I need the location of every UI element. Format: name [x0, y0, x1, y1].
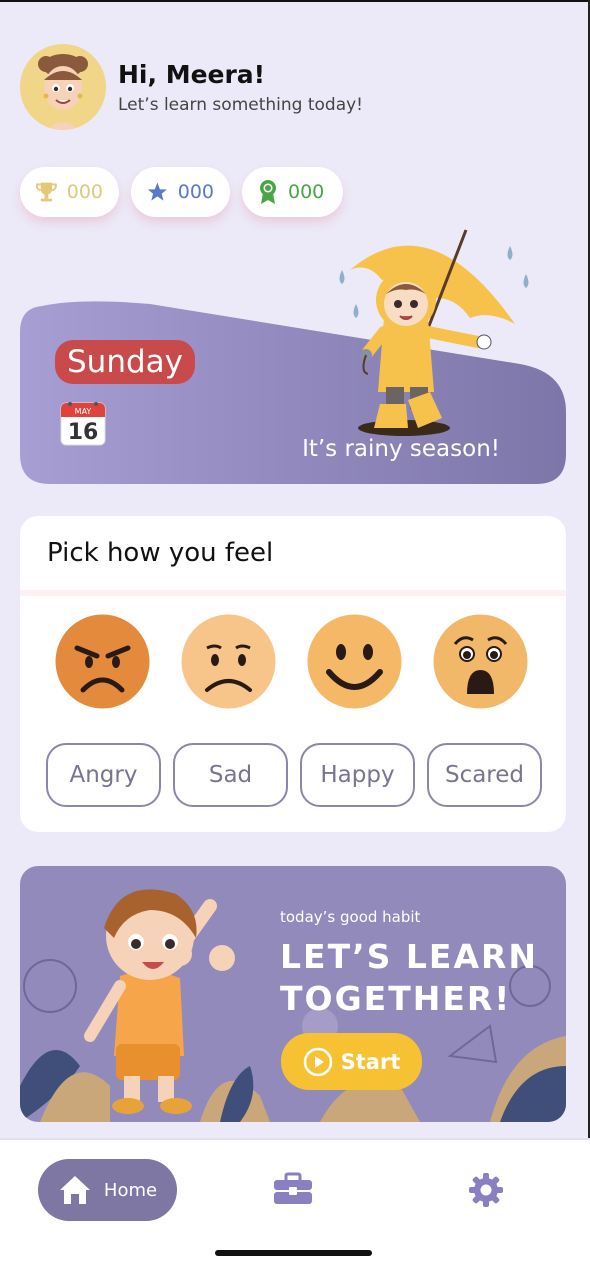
gear-icon	[469, 1173, 503, 1207]
nav-settings[interactable]	[468, 1172, 504, 1212]
avatar[interactable]	[20, 44, 106, 130]
habit-subtitle: today’s good habit	[280, 908, 421, 926]
badge-icon	[260, 180, 276, 204]
feelings-divider	[20, 590, 566, 596]
start-button[interactable]: Start	[281, 1033, 422, 1090]
scared-face-icon[interactable]	[433, 614, 528, 709]
happy-face-icon[interactable]	[307, 614, 402, 709]
habit-card: today’s good habit LET’S LEARN TOGETHER!…	[20, 866, 566, 1122]
mood-sad-button[interactable]: Sad	[173, 743, 288, 807]
home-icon	[59, 1176, 90, 1204]
mood-angry-button[interactable]: Angry	[46, 743, 161, 807]
habit-title-line1: LET’S LEARN	[280, 937, 539, 976]
bottom-nav: Home	[0, 1138, 590, 1264]
habit-title-line2: TOGETHER!	[280, 979, 512, 1018]
badge-count: 000	[288, 181, 325, 203]
greeting-title: Hi, Meera!	[118, 59, 266, 89]
nav-home[interactable]: Home	[38, 1159, 177, 1221]
badge-stat[interactable]: 000	[242, 167, 343, 217]
feelings-card: Pick how you feel Angry Sad Happy Scared	[20, 516, 566, 832]
trophy-stat[interactable]: 000	[20, 167, 119, 217]
toolbox-icon	[274, 1172, 312, 1204]
home-indicator	[215, 1250, 372, 1256]
top-edge	[0, 0, 590, 2]
trophy-icon	[36, 182, 57, 202]
day-badge: Sunday	[55, 340, 195, 384]
sad-face-icon[interactable]	[181, 614, 276, 709]
star-count: 000	[177, 181, 214, 203]
feelings-title: Pick how you feel	[47, 538, 274, 568]
mood-scared-button[interactable]: Scared	[427, 743, 542, 807]
stats-row: 000 000 000	[20, 167, 343, 217]
start-label: Start	[340, 1049, 401, 1074]
habit-title: LET’S LEARN TOGETHER!	[280, 936, 538, 1020]
angry-face-icon[interactable]	[55, 614, 150, 709]
nav-tools[interactable]	[272, 1172, 314, 1210]
mood-happy-button[interactable]: Happy	[300, 743, 415, 807]
header: Hi, Meera! Let’s learn something today!	[20, 44, 363, 130]
calendar-day: 16	[68, 420, 99, 445]
play-icon	[303, 1047, 332, 1076]
rain-kid-illustration	[339, 229, 529, 436]
calendar-month: MAY	[75, 407, 92, 416]
nav-home-label: Home	[103, 1179, 158, 1201]
star-icon	[147, 182, 167, 201]
star-stat[interactable]: 000	[131, 167, 230, 217]
greeting-subtitle: Let’s learn something today!	[118, 94, 363, 115]
weather-card: Sunday MAY 16 It’s rainy season!	[20, 222, 566, 484]
calendar-icon: MAY 16	[60, 402, 106, 446]
trophy-count: 000	[66, 181, 103, 203]
